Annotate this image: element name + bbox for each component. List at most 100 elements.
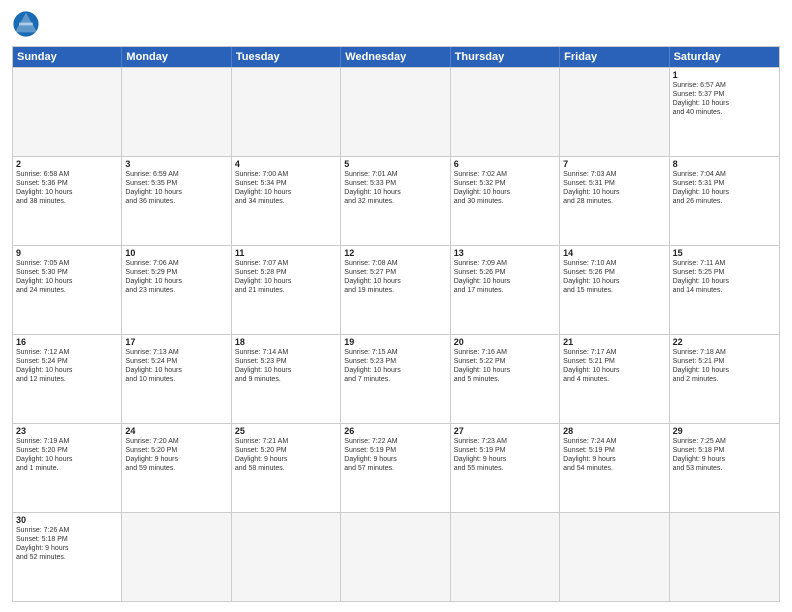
calendar-cell: 22Sunrise: 7:18 AM Sunset: 5:21 PM Dayli… [670,335,779,423]
day-number: 25 [235,426,337,436]
calendar-row: 2Sunrise: 6:58 AM Sunset: 5:36 PM Daylig… [13,156,779,245]
calendar-cell [451,68,560,156]
cell-info: Sunrise: 7:12 AM Sunset: 5:24 PM Dayligh… [16,348,118,384]
calendar-body: 1Sunrise: 6:57 AM Sunset: 5:37 PM Daylig… [13,67,779,601]
day-number: 11 [235,248,337,258]
calendar-cell: 28Sunrise: 7:24 AM Sunset: 5:19 PM Dayli… [560,424,669,512]
day-number: 6 [454,159,556,169]
calendar-cell: 26Sunrise: 7:22 AM Sunset: 5:19 PM Dayli… [341,424,450,512]
weekday-header: Friday [560,47,669,67]
cell-info: Sunrise: 7:08 AM Sunset: 5:27 PM Dayligh… [344,259,446,295]
cell-info: Sunrise: 7:20 AM Sunset: 5:20 PM Dayligh… [125,437,227,473]
calendar-cell: 12Sunrise: 7:08 AM Sunset: 5:27 PM Dayli… [341,246,450,334]
day-number: 12 [344,248,446,258]
calendar-cell [341,513,450,601]
calendar-cell: 21Sunrise: 7:17 AM Sunset: 5:21 PM Dayli… [560,335,669,423]
calendar-cell: 2Sunrise: 6:58 AM Sunset: 5:36 PM Daylig… [13,157,122,245]
page: SundayMondayTuesdayWednesdayThursdayFrid… [0,0,792,612]
cell-info: Sunrise: 6:58 AM Sunset: 5:36 PM Dayligh… [16,170,118,206]
calendar-cell: 30Sunrise: 7:26 AM Sunset: 5:18 PM Dayli… [13,513,122,601]
calendar-cell [232,68,341,156]
calendar-cell: 17Sunrise: 7:13 AM Sunset: 5:24 PM Dayli… [122,335,231,423]
calendar-cell: 1Sunrise: 6:57 AM Sunset: 5:37 PM Daylig… [670,68,779,156]
calendar-cell: 27Sunrise: 7:23 AM Sunset: 5:19 PM Dayli… [451,424,560,512]
day-number: 4 [235,159,337,169]
calendar-cell: 7Sunrise: 7:03 AM Sunset: 5:31 PM Daylig… [560,157,669,245]
calendar-cell: 3Sunrise: 6:59 AM Sunset: 5:35 PM Daylig… [122,157,231,245]
day-number: 23 [16,426,118,436]
weekday-header: Tuesday [232,47,341,67]
calendar-cell: 10Sunrise: 7:06 AM Sunset: 5:29 PM Dayli… [122,246,231,334]
cell-info: Sunrise: 7:17 AM Sunset: 5:21 PM Dayligh… [563,348,665,384]
calendar-cell [232,513,341,601]
calendar-cell: 9Sunrise: 7:05 AM Sunset: 5:30 PM Daylig… [13,246,122,334]
calendar-cell [560,68,669,156]
day-number: 26 [344,426,446,436]
cell-info: Sunrise: 7:03 AM Sunset: 5:31 PM Dayligh… [563,170,665,206]
day-number: 15 [673,248,776,258]
cell-info: Sunrise: 7:24 AM Sunset: 5:19 PM Dayligh… [563,437,665,473]
calendar-cell: 6Sunrise: 7:02 AM Sunset: 5:32 PM Daylig… [451,157,560,245]
cell-info: Sunrise: 7:14 AM Sunset: 5:23 PM Dayligh… [235,348,337,384]
calendar-cell [13,68,122,156]
day-number: 16 [16,337,118,347]
logo [12,10,44,38]
day-number: 14 [563,248,665,258]
calendar-row: 9Sunrise: 7:05 AM Sunset: 5:30 PM Daylig… [13,245,779,334]
calendar: SundayMondayTuesdayWednesdayThursdayFrid… [12,46,780,602]
cell-info: Sunrise: 7:00 AM Sunset: 5:34 PM Dayligh… [235,170,337,206]
calendar-row: 30Sunrise: 7:26 AM Sunset: 5:18 PM Dayli… [13,512,779,601]
day-number: 19 [344,337,446,347]
cell-info: Sunrise: 7:01 AM Sunset: 5:33 PM Dayligh… [344,170,446,206]
weekday-header: Saturday [670,47,779,67]
day-number: 7 [563,159,665,169]
calendar-cell: 16Sunrise: 7:12 AM Sunset: 5:24 PM Dayli… [13,335,122,423]
day-number: 22 [673,337,776,347]
cell-info: Sunrise: 7:21 AM Sunset: 5:20 PM Dayligh… [235,437,337,473]
day-number: 27 [454,426,556,436]
calendar-cell [122,68,231,156]
day-number: 21 [563,337,665,347]
day-number: 20 [454,337,556,347]
weekday-header: Sunday [13,47,122,67]
header [12,10,780,38]
cell-info: Sunrise: 7:13 AM Sunset: 5:24 PM Dayligh… [125,348,227,384]
cell-info: Sunrise: 7:15 AM Sunset: 5:23 PM Dayligh… [344,348,446,384]
cell-info: Sunrise: 7:06 AM Sunset: 5:29 PM Dayligh… [125,259,227,295]
calendar-cell: 8Sunrise: 7:04 AM Sunset: 5:31 PM Daylig… [670,157,779,245]
cell-info: Sunrise: 7:18 AM Sunset: 5:21 PM Dayligh… [673,348,776,384]
calendar-cell: 19Sunrise: 7:15 AM Sunset: 5:23 PM Dayli… [341,335,450,423]
calendar-row: 1Sunrise: 6:57 AM Sunset: 5:37 PM Daylig… [13,67,779,156]
calendar-cell [122,513,231,601]
calendar-cell: 4Sunrise: 7:00 AM Sunset: 5:34 PM Daylig… [232,157,341,245]
calendar-cell: 14Sunrise: 7:10 AM Sunset: 5:26 PM Dayli… [560,246,669,334]
day-number: 18 [235,337,337,347]
day-number: 5 [344,159,446,169]
day-number: 9 [16,248,118,258]
calendar-cell [451,513,560,601]
calendar-cell: 23Sunrise: 7:19 AM Sunset: 5:20 PM Dayli… [13,424,122,512]
cell-info: Sunrise: 7:10 AM Sunset: 5:26 PM Dayligh… [563,259,665,295]
calendar-cell [670,513,779,601]
cell-info: Sunrise: 7:16 AM Sunset: 5:22 PM Dayligh… [454,348,556,384]
day-number: 24 [125,426,227,436]
cell-info: Sunrise: 7:22 AM Sunset: 5:19 PM Dayligh… [344,437,446,473]
weekday-header: Wednesday [341,47,450,67]
day-number: 28 [563,426,665,436]
cell-info: Sunrise: 7:11 AM Sunset: 5:25 PM Dayligh… [673,259,776,295]
cell-info: Sunrise: 7:26 AM Sunset: 5:18 PM Dayligh… [16,526,118,562]
calendar-cell: 24Sunrise: 7:20 AM Sunset: 5:20 PM Dayli… [122,424,231,512]
calendar-cell: 11Sunrise: 7:07 AM Sunset: 5:28 PM Dayli… [232,246,341,334]
day-number: 1 [673,70,776,80]
cell-info: Sunrise: 7:09 AM Sunset: 5:26 PM Dayligh… [454,259,556,295]
day-number: 29 [673,426,776,436]
calendar-cell: 15Sunrise: 7:11 AM Sunset: 5:25 PM Dayli… [670,246,779,334]
calendar-row: 16Sunrise: 7:12 AM Sunset: 5:24 PM Dayli… [13,334,779,423]
day-number: 3 [125,159,227,169]
day-number: 8 [673,159,776,169]
day-number: 10 [125,248,227,258]
cell-info: Sunrise: 7:05 AM Sunset: 5:30 PM Dayligh… [16,259,118,295]
calendar-cell [341,68,450,156]
day-number: 13 [454,248,556,258]
calendar-cell [560,513,669,601]
